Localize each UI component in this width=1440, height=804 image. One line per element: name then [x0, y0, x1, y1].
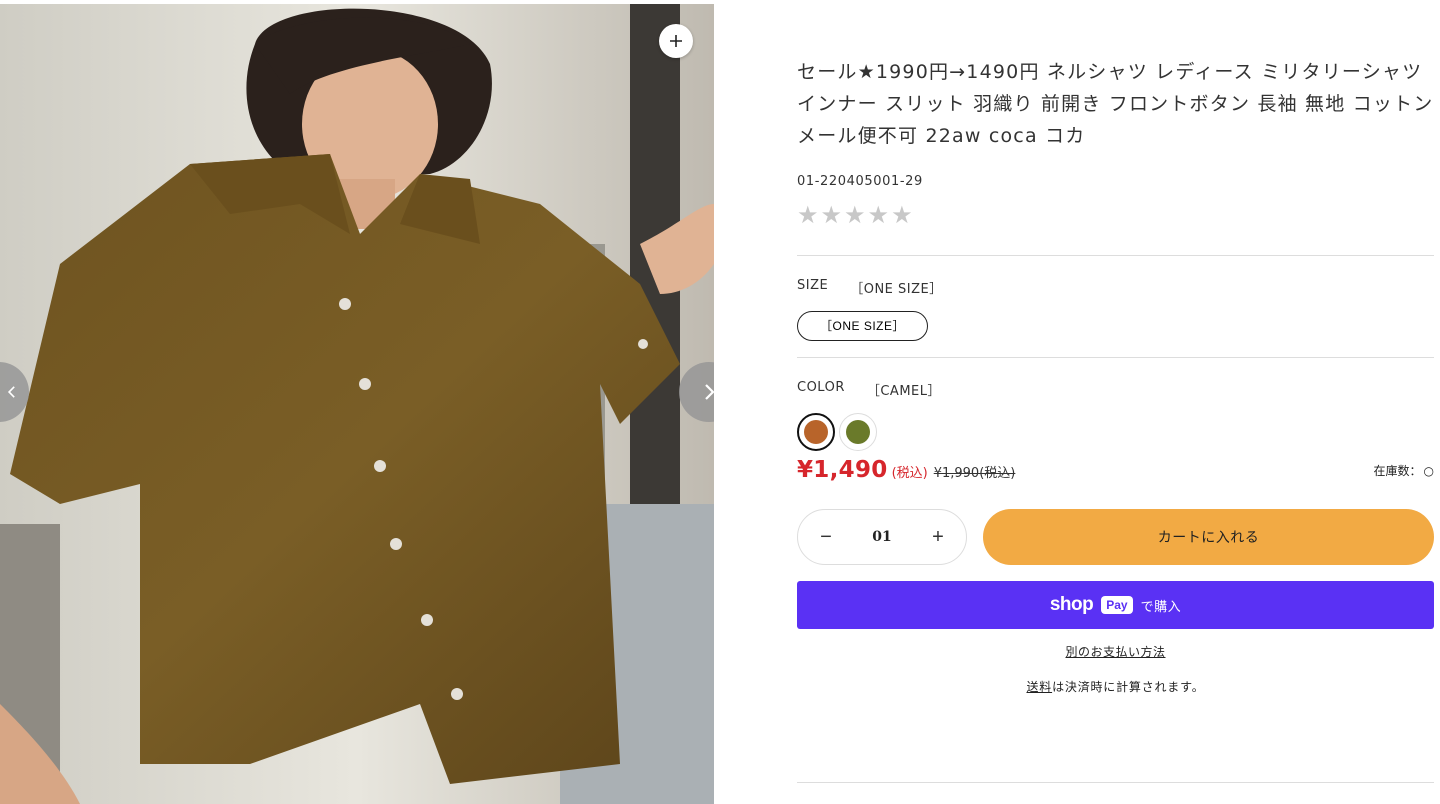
star-icon: ★	[844, 201, 866, 229]
color-option: COLOR ［CAMEL］	[797, 358, 1434, 451]
size-chip-one-size[interactable]: ［ONE SIZE］	[797, 311, 929, 341]
color-swatch-khaki[interactable]	[839, 413, 877, 451]
shop-pay-button[interactable]: shop Pay で購入	[797, 581, 1434, 629]
product-image-gallery	[0, 4, 714, 804]
shipping-link[interactable]: 送料	[1026, 680, 1052, 694]
shop-pay-logo-pay: Pay	[1101, 596, 1133, 614]
compare-price: ¥1,990(税込)	[933, 466, 1016, 481]
color-selected-value: ［CAMEL］	[866, 384, 942, 399]
color-swatches	[797, 413, 1434, 451]
chevron-right-icon	[705, 384, 714, 400]
price-tax-note: (税込)	[891, 466, 928, 481]
star-icon: ★	[820, 201, 843, 229]
shop-pay-logo-shop: shop	[1049, 594, 1094, 615]
star-icon: ★	[797, 201, 819, 229]
quantity-minus-button[interactable]: −	[816, 526, 836, 549]
quantity-stepper: − +	[797, 509, 967, 565]
size-label: SIZE	[797, 278, 829, 293]
divider	[797, 782, 1434, 783]
swatch-fill	[846, 420, 870, 444]
stock-indicator: 在庫数： ○	[1374, 462, 1435, 479]
stock-label: 在庫数：	[1373, 464, 1422, 478]
rating-stars[interactable]: ★ ★ ★ ★ ★	[797, 203, 1434, 227]
product-title: セール★1990円→1490円 ネルシャツ レディース ミリタリーシャツ インナ…	[797, 61, 1434, 147]
shipping-text: は決済時に計算されます。	[1052, 680, 1205, 694]
star-icon: ★	[891, 201, 913, 229]
shop-pay-buy-label: で購入	[1140, 598, 1182, 614]
price-row: ¥1,490 (税込) ¥1,990(税込) 在庫数： ○	[797, 453, 1434, 483]
cart-row: − + カートに入れる	[797, 509, 1434, 565]
color-label: COLOR	[797, 380, 845, 395]
product-info: セール★1990円→1490円 ネルシャツ レディース ミリタリーシャツ インナ…	[797, 0, 1434, 695]
more-payment-options-link[interactable]: 別のお支払い方法	[797, 643, 1434, 660]
shipping-note: 送料は決済時に計算されます。	[797, 678, 1434, 695]
swatch-fill	[804, 420, 828, 444]
size-option: SIZE ［ONE SIZE］ ［ONE SIZE］	[797, 256, 1434, 341]
add-to-cart-button[interactable]: カートに入れる	[983, 509, 1434, 565]
quantity-input[interactable]	[852, 528, 912, 546]
chevron-left-icon	[7, 386, 15, 398]
product-photo	[0, 4, 714, 804]
size-selected-value: ［ONE SIZE］	[850, 282, 943, 297]
product-sku: 01-220405001-29	[797, 174, 923, 189]
star-icon: ★	[867, 201, 890, 229]
stock-symbol: ○	[1423, 463, 1434, 478]
quantity-plus-button[interactable]: +	[928, 526, 948, 549]
current-price: ¥1,490	[797, 457, 888, 483]
color-swatch-camel[interactable]	[797, 413, 835, 451]
plus-icon	[670, 35, 682, 47]
zoom-button[interactable]	[659, 24, 693, 58]
